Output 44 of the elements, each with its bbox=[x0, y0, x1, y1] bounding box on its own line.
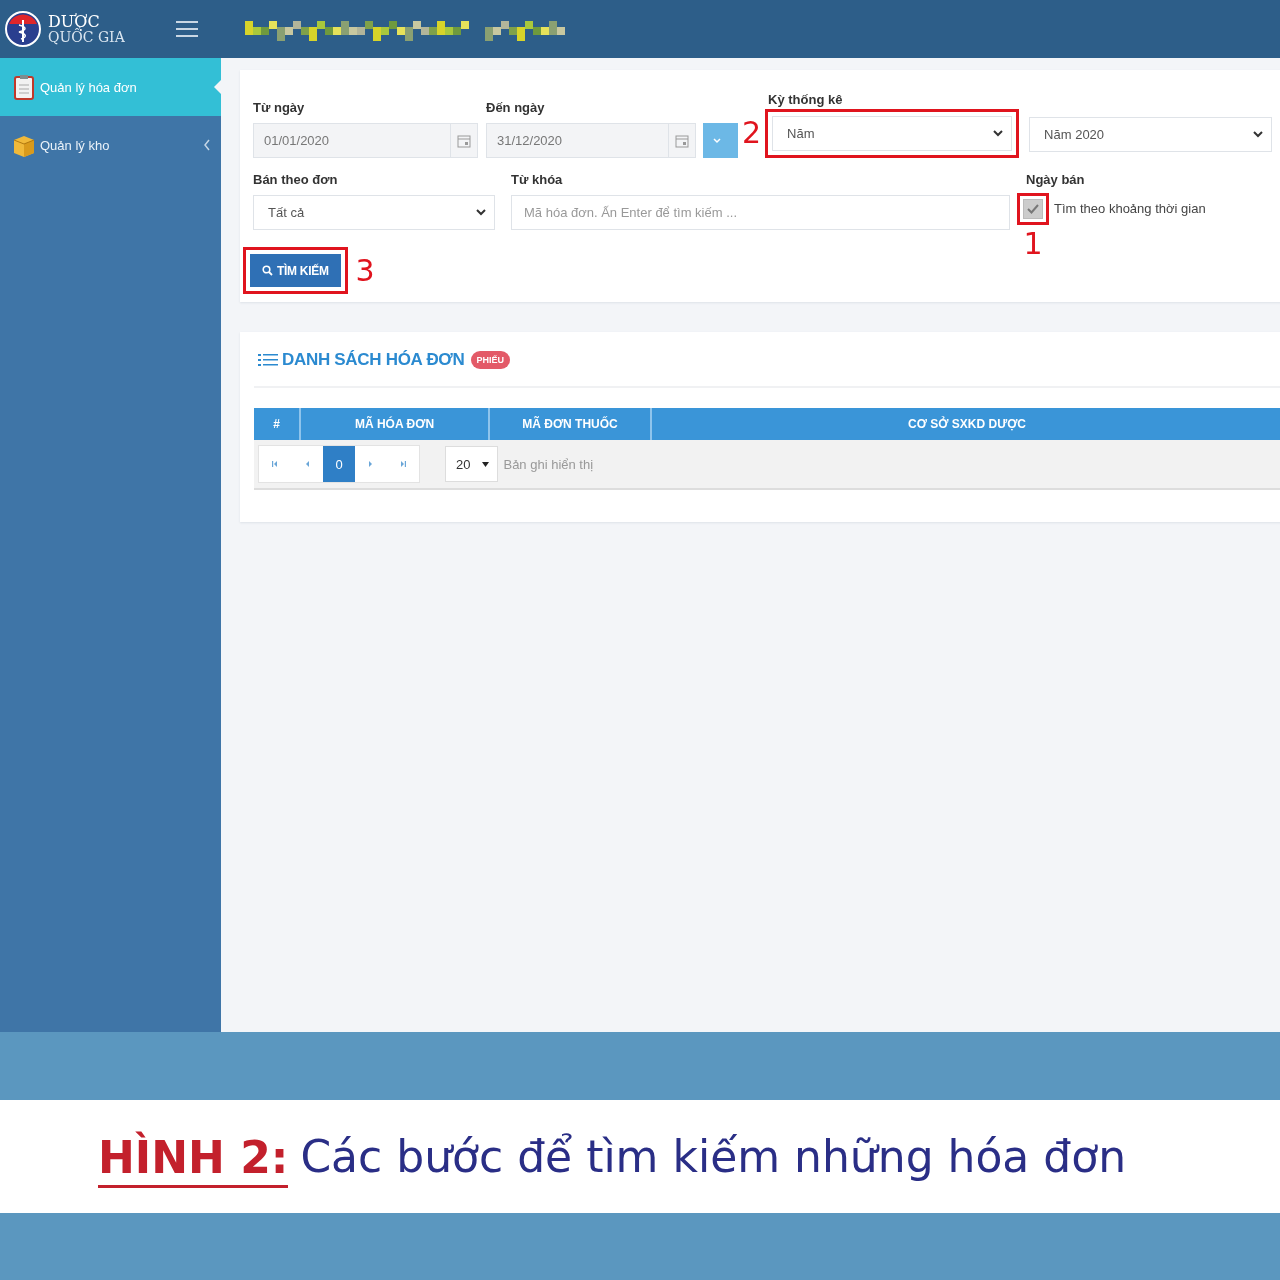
page-size-select[interactable]: 20 bbox=[445, 446, 499, 482]
caret-icon bbox=[482, 461, 490, 467]
logo-icon bbox=[4, 10, 42, 48]
callout-number: 2 bbox=[742, 118, 762, 148]
callout-number: 1 bbox=[1023, 229, 1043, 259]
date-field: 31/12/2020 bbox=[486, 123, 696, 158]
search-icon bbox=[262, 265, 273, 276]
nav-icon bbox=[367, 460, 375, 468]
badge: PHIẾU bbox=[470, 351, 511, 369]
search-field[interactable]: Mã hóa đơn. Ấn Enter để tìm kiếm ... bbox=[511, 195, 1010, 230]
page-button[interactable]: 0 bbox=[323, 446, 355, 482]
field-label: Đến ngày bbox=[486, 100, 546, 115]
page-size-label: Bản ghi hiển thị bbox=[503, 456, 594, 472]
check-icon bbox=[1027, 204, 1039, 214]
field-label: Ngày bán bbox=[1026, 172, 1086, 187]
nav-icon bbox=[271, 460, 279, 468]
calendar-icon bbox=[675, 133, 689, 148]
field-label: Từ ngày bbox=[253, 100, 306, 115]
select-field[interactable]: Tất cả bbox=[253, 195, 495, 230]
dropdown-button[interactable] bbox=[703, 123, 738, 158]
caret-icon bbox=[711, 137, 722, 144]
caret-icon bbox=[1253, 131, 1264, 138]
section-title: DANH SÁCH HÓA ĐƠN bbox=[282, 350, 465, 370]
column-header: CƠ SỞ SXKD DƯỢC bbox=[907, 415, 1028, 433]
sidebar-item[interactable]: Quản lý kho bbox=[0, 116, 221, 174]
field-label: Kỳ thống kê bbox=[768, 92, 844, 107]
list-icon bbox=[258, 353, 278, 367]
callout-number: 3 bbox=[355, 255, 375, 286]
menu-icon[interactable] bbox=[176, 20, 198, 38]
select-field[interactable]: Năm 2020 bbox=[1029, 117, 1273, 152]
checkbox[interactable] bbox=[1023, 199, 1043, 219]
field-label: Từ khóa bbox=[511, 172, 564, 187]
search-button[interactable]: TÌM KIẾM bbox=[250, 254, 341, 287]
clipboard-icon bbox=[12, 74, 36, 100]
select-field[interactable]: Năm bbox=[772, 116, 1013, 151]
caption-text: Các bước để tìm kiếm những hóa đơn bbox=[300, 1131, 1127, 1182]
calendar-icon bbox=[457, 133, 471, 148]
nav-icon bbox=[399, 460, 407, 468]
date-field: 01/01/2020 bbox=[253, 123, 478, 158]
caption-label: HÌNH 2: bbox=[98, 1131, 289, 1188]
caret-icon bbox=[993, 130, 1004, 137]
caret-icon bbox=[476, 209, 486, 216]
field-label: Bán theo đơn bbox=[253, 172, 339, 187]
checkbox-label: Tìm theo khoảng thời gian bbox=[1054, 201, 1206, 216]
